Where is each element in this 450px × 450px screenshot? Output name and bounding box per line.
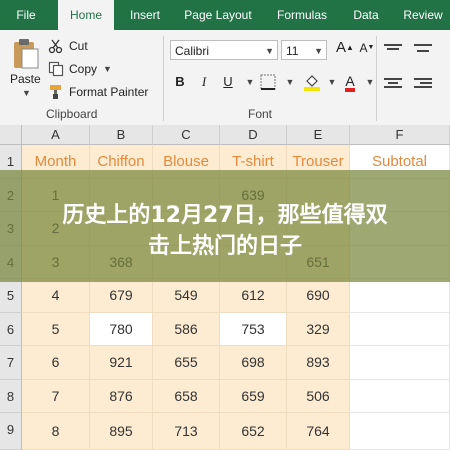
copy-icon xyxy=(48,61,64,77)
borders-icon xyxy=(260,74,276,90)
table-cell[interactable]: 893 xyxy=(287,346,350,380)
cut-label: Cut xyxy=(69,39,88,53)
chevron-down-icon[interactable]: ▼ xyxy=(360,72,380,92)
align-center-button[interactable] xyxy=(380,76,440,90)
column-header-d[interactable]: D xyxy=(220,125,287,145)
table-cell[interactable]: 5 xyxy=(22,312,90,346)
row-header[interactable]: 7 xyxy=(0,346,22,380)
table-cell[interactable]: 549 xyxy=(153,279,220,313)
table-cell[interactable]: 895 xyxy=(90,413,153,450)
table-cell[interactable]: 586 xyxy=(153,312,220,346)
cut-button[interactable]: Cut xyxy=(48,37,88,55)
shrink-font-icon: A xyxy=(359,41,368,55)
chevron-down-icon[interactable]: ▼ xyxy=(22,88,31,98)
chevron-down-icon[interactable]: ▼ xyxy=(314,41,323,61)
table-cell[interactable]: 4 xyxy=(22,279,90,313)
table-cell[interactable]: 764 xyxy=(287,413,350,450)
scissors-icon xyxy=(48,39,63,54)
column-header-c[interactable]: C xyxy=(153,125,220,145)
top-align-button[interactable] xyxy=(380,42,440,56)
tab-data[interactable]: Data xyxy=(344,0,388,30)
paint-bucket-icon xyxy=(304,75,320,91)
headline-banner: 历史上的12月27日，那些值得双 击上热门的日子 xyxy=(0,170,450,282)
paste-label: Paste xyxy=(10,72,41,86)
bold-button[interactable]: B xyxy=(170,72,190,92)
headline-line-2: 击上热门的日子 xyxy=(147,234,302,259)
borders-button[interactable] xyxy=(258,72,278,92)
row-header[interactable]: 8 xyxy=(0,379,22,413)
table-cell[interactable]: 612 xyxy=(220,279,287,313)
column-header-f[interactable]: F xyxy=(350,125,450,145)
font-color-icon: A xyxy=(345,74,355,92)
table-cell[interactable] xyxy=(350,346,450,380)
chevron-down-icon[interactable]: ▼ xyxy=(322,72,342,92)
font-color-button[interactable]: A xyxy=(340,72,360,92)
table-cell[interactable] xyxy=(350,279,450,313)
font-size-value: 11 xyxy=(286,44,299,58)
font-name-value: Calibri xyxy=(175,44,210,58)
column-header-b[interactable]: B xyxy=(90,125,153,145)
tab-formulas[interactable]: Formulas xyxy=(268,0,336,30)
clipboard-group-label: Clipboard xyxy=(46,107,98,121)
table-cell[interactable] xyxy=(350,413,450,450)
ribbon-tab-bar: File Home Insert Page Layout Formulas Da… xyxy=(0,0,450,30)
table-cell[interactable]: 780 xyxy=(90,312,153,346)
fill-color-button[interactable] xyxy=(302,72,322,92)
row-header[interactable]: 5 xyxy=(0,279,22,313)
chevron-down-icon[interactable]: ▼ xyxy=(280,72,300,92)
table-cell[interactable]: 698 xyxy=(220,346,287,380)
headline-line-1: 历史上的12月27日，那些值得双 xyxy=(62,203,388,228)
copy-label: Copy xyxy=(69,62,98,76)
font-group-label: Font xyxy=(248,107,273,121)
table-cell[interactable]: 6 xyxy=(22,346,90,380)
column-header-a[interactable]: A xyxy=(22,125,90,145)
italic-button[interactable]: I xyxy=(194,72,214,92)
row-header[interactable]: 6 xyxy=(0,312,22,346)
copy-button[interactable]: Copy ▼ xyxy=(48,60,112,78)
tab-page-layout[interactable]: Page Layout xyxy=(178,0,258,30)
format-painter-button[interactable]: Format Painter xyxy=(48,83,148,101)
chevron-down-icon[interactable]: ▼ xyxy=(240,72,260,92)
font-name-box[interactable]: Calibri ▼ xyxy=(170,40,278,60)
group-divider xyxy=(376,36,377,121)
table-cell[interactable]: 658 xyxy=(153,379,220,413)
table-cell[interactable]: 655 xyxy=(153,346,220,380)
tab-file[interactable]: File xyxy=(0,0,52,30)
shrink-font-button[interactable]: A▼ xyxy=(357,38,377,58)
tab-home[interactable]: Home xyxy=(58,0,114,30)
select-all-corner[interactable] xyxy=(0,125,22,145)
table-cell[interactable]: 690 xyxy=(287,279,350,313)
chevron-down-icon[interactable]: ▼ xyxy=(265,41,274,61)
table-cell[interactable]: 7 xyxy=(22,379,90,413)
triangle-up-icon: ▲ xyxy=(346,43,354,52)
font-size-box[interactable]: 11 ▼ xyxy=(281,40,327,60)
table-cell[interactable] xyxy=(350,312,450,346)
table-cell[interactable]: 329 xyxy=(287,312,350,346)
triangle-down-icon: ▼ xyxy=(367,44,375,51)
grow-font-button[interactable]: A▲ xyxy=(335,38,355,58)
tab-review[interactable]: Review xyxy=(396,0,450,30)
table-cell[interactable]: 659 xyxy=(220,379,287,413)
tab-insert[interactable]: Insert xyxy=(120,0,170,30)
grow-font-icon: A xyxy=(336,39,347,56)
table-cell[interactable]: 506 xyxy=(287,379,350,413)
format-painter-label: Format Painter xyxy=(69,85,149,99)
ribbon-home: Paste ▼ Cut Copy ▼ Format Painter Clipbo… xyxy=(0,30,450,126)
table-cell[interactable]: 652 xyxy=(220,413,287,450)
paintbrush-icon xyxy=(50,85,61,99)
table-cell[interactable]: 679 xyxy=(90,279,153,313)
table-cell[interactable]: 876 xyxy=(90,379,153,413)
table-cell[interactable]: 753 xyxy=(220,312,287,346)
table-cell[interactable]: 8 xyxy=(22,413,90,450)
table-cell[interactable]: 921 xyxy=(90,346,153,380)
clipboard-paste-icon xyxy=(14,39,39,69)
column-header-e[interactable]: E xyxy=(287,125,350,145)
row-header[interactable]: 9 xyxy=(0,413,22,450)
chevron-down-icon[interactable]: ▼ xyxy=(103,64,112,74)
table-cell[interactable] xyxy=(350,379,450,413)
underline-button[interactable]: U xyxy=(218,72,238,92)
group-divider xyxy=(163,36,164,121)
table-cell[interactable]: 713 xyxy=(153,413,220,450)
